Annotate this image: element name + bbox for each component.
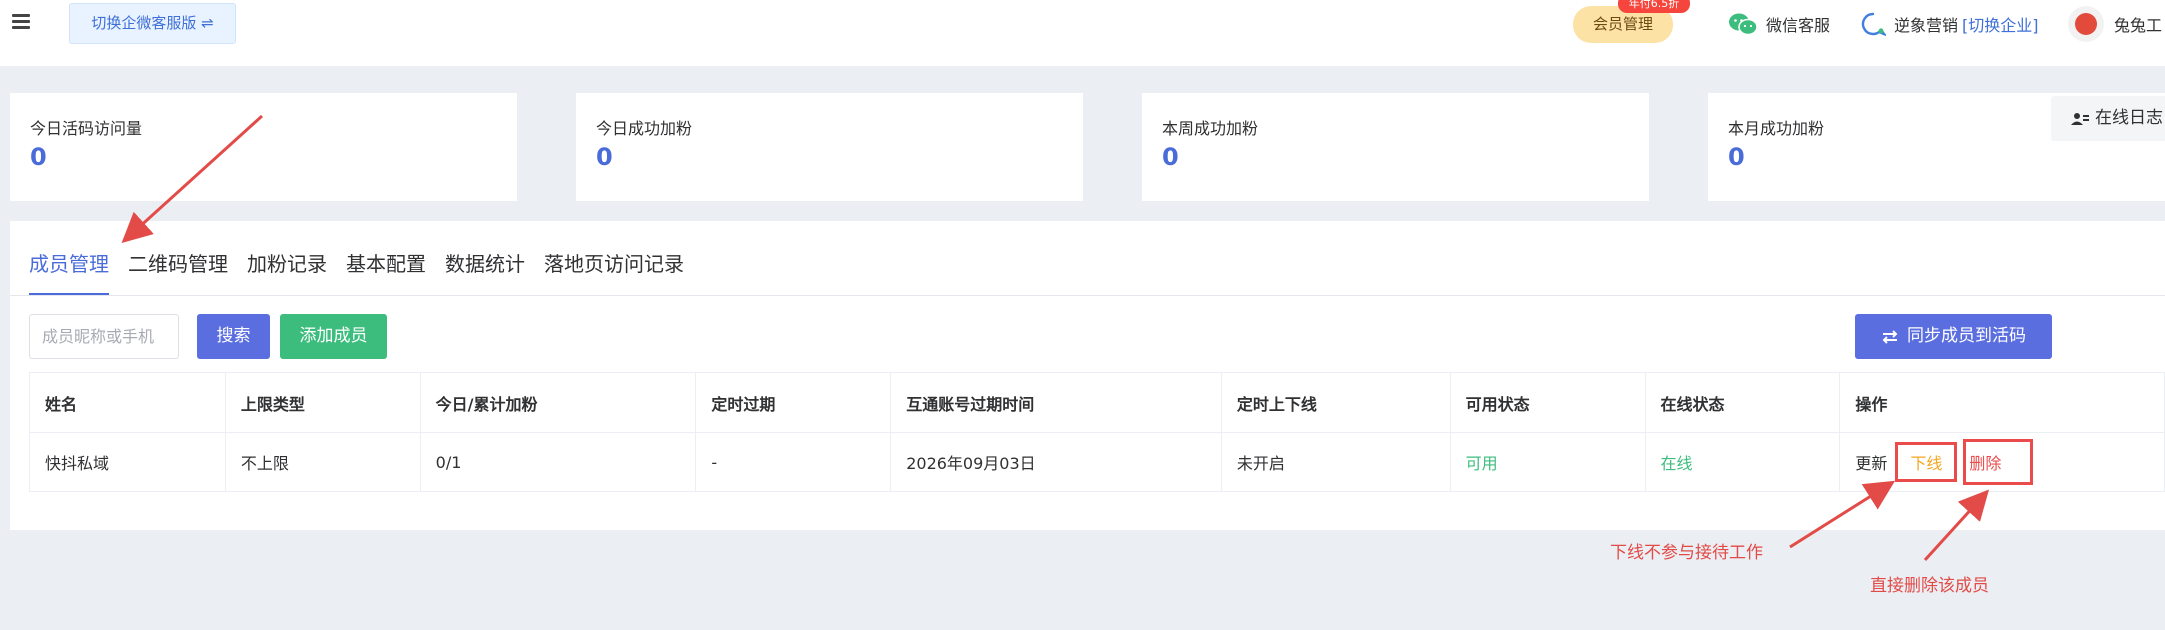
stat-card-today-fans: 今日成功加粉 0 [576,93,1083,201]
tabs-divider [10,295,2165,296]
discount-badge: 年付6.5折 [1618,0,1690,13]
online-log-label: 在线日志 [2095,108,2163,128]
add-member-button[interactable]: 添加成员 [280,314,387,359]
top-bar: 切换企微客服版 ⇌ 会员管理 年付6.5折 微信客服 逆象营销 [切换企业] 兔… [0,0,2165,66]
switch-company-link[interactable]: [切换企业] [1962,12,2039,36]
cell-name: 快抖私域 [30,433,226,491]
avatar [2068,6,2104,42]
cell-timed-online: 未开启 [1222,433,1451,491]
cell-limit-type: 不上限 [226,433,421,491]
member-search-input[interactable] [29,314,179,359]
stat-value: 0 [1162,143,1179,171]
offline-link[interactable]: 下线 [1895,442,1958,482]
table-header: 定时上下线 [1222,373,1451,432]
sync-members-label: 同步成员到活码 [1907,326,2026,346]
table-header-row: 姓名 上限类型 今日/累计加粉 定时过期 互通账号过期时间 定时上下线 可用状态… [30,373,2164,433]
tab-bar: 成员管理 二维码管理 加粉记录 基本配置 数据统计 落地页访问记录 [29,236,703,296]
tab-fans-records[interactable]: 加粉记录 [247,236,327,296]
table-header: 操作 [1855,394,1888,414]
search-button[interactable]: 搜索 [197,314,270,359]
table-header: 互通账号过期时间 [891,373,1222,432]
swap-icon [1882,329,1898,344]
cell-timed-expire: - [696,433,892,491]
user-name: 兔兔工 [2114,16,2163,35]
delete-link[interactable]: 删除 [1963,439,2034,485]
table-header: 定时过期 [696,373,892,432]
chat-bubble-icon [1861,12,1886,37]
company-name: 逆象营销 [1894,16,1959,35]
wechat-icon [1729,13,1758,36]
stat-card-today-visits: 今日活码访问量 0 [10,93,517,201]
stat-value: 0 [30,143,47,171]
sync-members-button[interactable]: 同步成员到活码 [1855,314,2052,359]
stat-value: 0 [1728,143,1745,171]
member-table: 姓名 上限类型 今日/累计加粉 定时过期 互通账号过期时间 定时上下线 可用状态… [29,372,2165,492]
online-log-button[interactable]: 在线日志 [2051,96,2165,141]
wechat-service-link[interactable]: 微信客服 [1728,8,1830,40]
tab-basic-config[interactable]: 基本配置 [346,236,426,296]
stat-card-week-fans: 本周成功加粉 0 [1142,93,1649,201]
cell-operations: 更新 下线 删除 [1840,433,2164,491]
tab-data-statistics[interactable]: 数据统计 [445,236,525,296]
stat-label: 本月成功加粉 [1728,119,1825,138]
tab-qrcode-management[interactable]: 二维码管理 [128,236,228,296]
user-list-icon [2071,112,2089,125]
menu-icon[interactable] [12,14,30,30]
user-menu[interactable]: 兔兔工 [2068,6,2162,42]
offline-annotation: 下线不参与接待工作 [1610,543,1763,563]
company-switcher[interactable]: 逆象营销 [切换企业] [1860,8,2039,40]
cell-available-status: 可用 [1451,433,1646,491]
table-header: 上限类型 [226,373,421,432]
table-header: 今日/累计加粉 [421,373,697,432]
table-header: 可用状态 [1451,373,1646,432]
table-header: 在线状态 [1646,373,1841,432]
switch-version-button[interactable]: 切换企微客服版 ⇌ [69,3,236,44]
wechat-service-label: 微信客服 [1766,16,1831,35]
tab-member-management[interactable]: 成员管理 [29,236,109,296]
stat-value: 0 [596,143,613,171]
table-header: 姓名 [30,373,226,432]
stat-label: 今日活码访问量 [30,119,143,138]
stat-label: 本周成功加粉 [1162,119,1259,138]
main-panel: 成员管理 二维码管理 加粉记录 基本配置 数据统计 落地页访问记录 搜索 添加成… [10,221,2165,530]
stat-label: 今日成功加粉 [596,119,693,138]
tab-landing-visits[interactable]: 落地页访问记录 [544,236,684,296]
cell-fans: 0/1 [421,433,697,491]
update-link[interactable]: 更新 [1855,450,1887,474]
cell-expire-time: 2026年09月03日 [891,433,1222,491]
delete-annotation: 直接删除该成员 [1870,576,1989,596]
table-row: 快抖私域 不上限 0/1 - 2026年09月03日 未开启 可用 在线 更新 … [30,433,2164,491]
cell-online-status: 在线 [1646,433,1841,491]
